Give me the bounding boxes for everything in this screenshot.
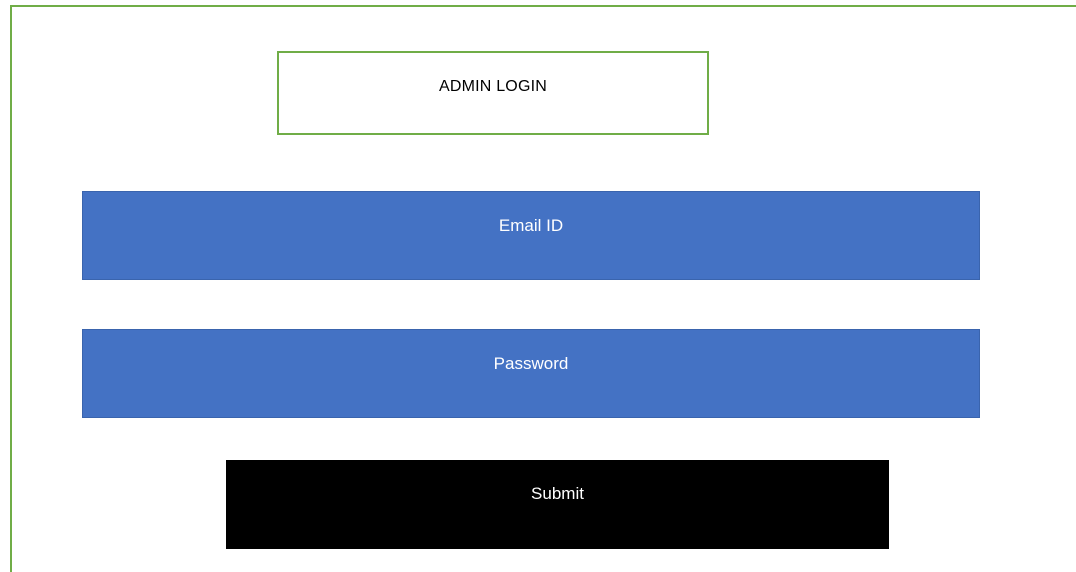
password-field-label: Password bbox=[493, 354, 569, 373]
title-box: ADMIN LOGIN bbox=[277, 51, 709, 135]
password-field[interactable]: Password bbox=[82, 329, 980, 418]
submit-button-label: Submit bbox=[531, 484, 584, 503]
page-title: ADMIN LOGIN bbox=[439, 78, 547, 95]
submit-button[interactable]: Submit bbox=[226, 460, 889, 549]
email-field-label: Email ID bbox=[498, 216, 564, 235]
email-field[interactable]: Email ID bbox=[82, 191, 980, 280]
